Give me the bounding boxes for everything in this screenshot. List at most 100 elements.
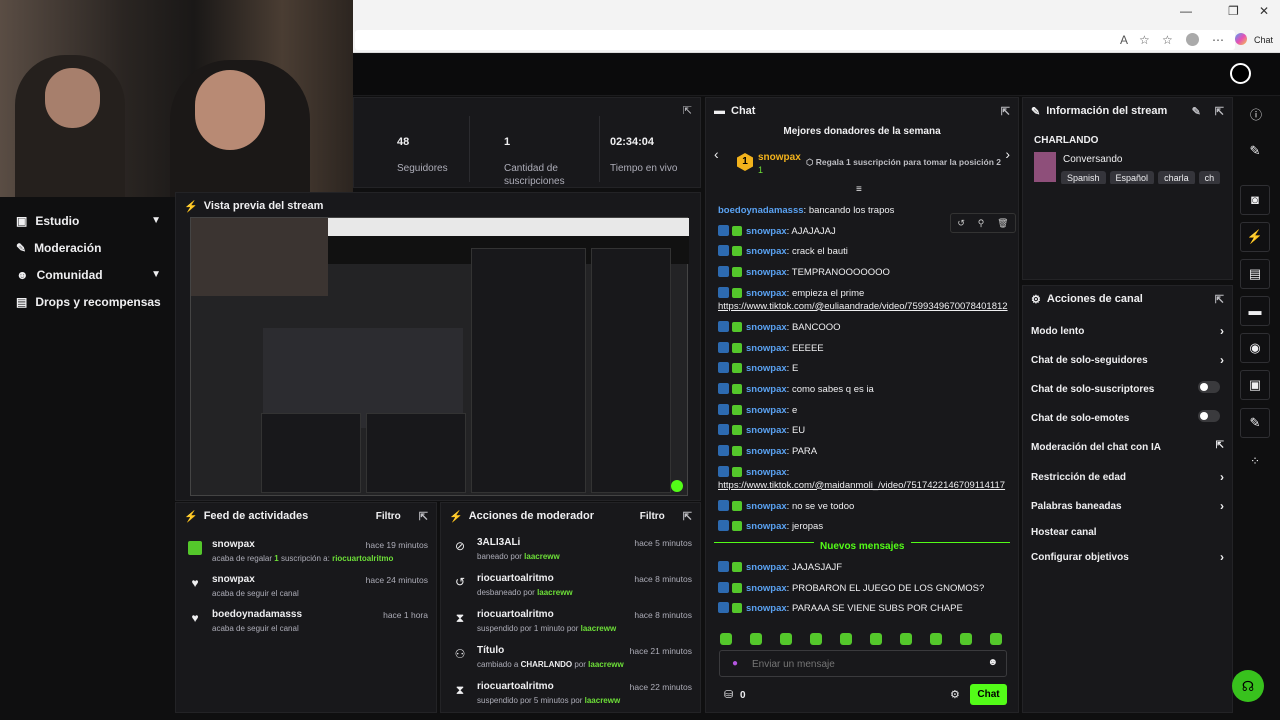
toggle-switch[interactable] [1198, 381, 1220, 393]
popout-icon[interactable]: ⇱ [1001, 105, 1010, 118]
send-chat-button[interactable]: Chat [970, 684, 1007, 705]
camera-icon[interactable]: ◙ [1240, 185, 1270, 215]
popout-icon[interactable]: ⇱ [1215, 105, 1224, 118]
chevron-left-icon[interactable]: ‹ [714, 146, 719, 162]
channel-action-item[interactable]: Hostear canal [1031, 527, 1224, 538]
more-icon[interactable]: ⋯ [1212, 33, 1224, 47]
toggle-switch[interactable] [1198, 410, 1220, 422]
channel-action-item[interactable]: Palabras baneadas › [1031, 499, 1224, 513]
sidebar-item-estudio[interactable]: ▣ Estudio ▼ [0, 207, 175, 234]
info-icon[interactable]: ⓘ [1250, 106, 1262, 123]
mod-action-item: ⚇ Título hace 21 minutos cambiado a CHAR… [449, 645, 692, 677]
chat-username[interactable]: snowpax [746, 363, 787, 374]
chat-username[interactable]: snowpax [746, 425, 787, 436]
apps-icon[interactable]: ⁘ [1250, 454, 1260, 468]
copilot-chat-label[interactable]: Chat [1254, 35, 1273, 45]
channel-action-item[interactable]: Restricción de edad › [1031, 470, 1224, 484]
channel-actions-panel: ⚙ Acciones de canal ⇱ Modo lento › Chat de s… [1022, 285, 1233, 713]
chat-username[interactable]: snowpax [746, 501, 787, 512]
chat-username[interactable]: snowpax [746, 467, 787, 478]
popout-icon[interactable]: ⇱ [683, 510, 692, 523]
sub-badge-icon [732, 500, 742, 511]
channel-action-item[interactable]: Modo lento › [1031, 324, 1224, 338]
channel-action-item[interactable]: Moderación del chat con IA ⇱ [1031, 440, 1224, 453]
chevron-right-icon[interactable]: › [1005, 146, 1010, 162]
chat-link[interactable]: https://www.tiktok.com/@maidanmoli_/vide… [718, 480, 1005, 491]
chat-message-field[interactable] [752, 656, 972, 672]
chat-text: JAJASJAJF [791, 562, 843, 573]
popout-icon[interactable]: ⇱ [683, 104, 692, 117]
chat-username[interactable]: boedoynadamasss [718, 205, 804, 216]
edit-icon[interactable]: ✎ [1192, 105, 1201, 118]
chat-username[interactable]: snowpax [746, 405, 787, 416]
chat-username[interactable]: snowpax [746, 267, 787, 278]
stream-info-panel: ✎ Información del stream ✎ ⇱ CHARLANDO Conv… [1022, 97, 1233, 280]
channel-action-item[interactable]: Chat de solo-seguidores › [1031, 353, 1224, 367]
read-aloud-icon[interactable]: A [1120, 33, 1128, 47]
sidebar-item-drops[interactable]: ▤ Drops y recompensas [0, 288, 175, 315]
gift-sub-icon [188, 541, 202, 555]
chat-username[interactable]: snowpax [746, 521, 787, 532]
chat-bubble-icon: ▬ [714, 105, 725, 117]
document-icon[interactable]: ▤ [1240, 259, 1270, 289]
stat-value: 48 [397, 136, 410, 148]
channel-action-item[interactable]: Configurar objetivos › [1031, 550, 1224, 564]
chat-username[interactable]: snowpax [746, 246, 787, 257]
user-avatar[interactable] [1230, 63, 1251, 84]
minimize-icon[interactable]: — [1180, 4, 1192, 18]
stream-preview-panel: ⚡ Vista previa del stream [175, 192, 701, 501]
favorite-icon[interactable]: ☆ [1139, 33, 1150, 47]
broadcast-icon[interactable]: ◉ [1240, 333, 1270, 363]
chat-settings-icon[interactable]: ⚙ [950, 688, 960, 701]
panel-header: ⚡ Acciones de moderador Filtro ⇱ [441, 503, 700, 529]
maximize-icon[interactable]: ❐ [1228, 4, 1239, 18]
popout-icon[interactable]: ⇱ [1215, 293, 1224, 306]
chat-username[interactable]: snowpax [746, 384, 787, 395]
chat-username[interactable]: snowpax [746, 446, 787, 457]
wrench-icon[interactable]: ✎ [1240, 408, 1270, 438]
mod-target: Título [477, 645, 505, 656]
chat-username[interactable]: snowpax [746, 226, 787, 237]
chat-username[interactable]: snowpax [746, 583, 787, 594]
channel-action-item[interactable]: Chat de solo-emotes [1031, 410, 1224, 424]
pencil-icon[interactable]: ✎ [1240, 137, 1270, 167]
chat-icon[interactable]: ▬ [1240, 296, 1270, 326]
pin-list-icon[interactable]: ≡ [856, 184, 862, 195]
filter-button[interactable]: Filtro [640, 511, 665, 522]
chat-input[interactable]: ● ☻ [719, 650, 1007, 677]
panel-title: Vista previa del stream [203, 200, 324, 212]
stream-preview-video[interactable] [190, 217, 689, 496]
close-icon[interactable]: ✕ [1259, 4, 1269, 18]
bolt-icon[interactable]: ⚡ [1240, 222, 1270, 252]
chat-username[interactable]: snowpax [746, 562, 787, 573]
favorites-bar-icon[interactable]: ☆ [1162, 33, 1173, 47]
channel-action-item[interactable]: Chat de solo-suscriptores [1031, 381, 1224, 395]
support-icon[interactable]: ☊ [1232, 670, 1264, 702]
hourglass-icon: ⧗ [455, 611, 465, 625]
filter-button[interactable]: Filtro [376, 511, 401, 522]
wrench-icon: ✎ [16, 240, 27, 255]
mod-action-item: ⊘ 3ALI3ALi hace 5 minutos baneado por la… [449, 537, 692, 569]
address-bar[interactable] [355, 30, 1235, 50]
tag[interactable]: Spanish [1061, 171, 1106, 184]
emoji-icon[interactable]: ☻ [987, 657, 998, 668]
popout-icon[interactable]: ⇱ [419, 510, 428, 523]
tag[interactable]: ch [1198, 171, 1221, 184]
chat-username[interactable]: snowpax [746, 603, 787, 614]
tag[interactable]: charla [1158, 171, 1195, 184]
chat-username[interactable]: snowpax [746, 288, 787, 299]
sub-badge-icon [732, 446, 742, 456]
sidebar-item-moderacion[interactable]: ✎ Moderación [0, 234, 175, 261]
profile-avatar-icon[interactable] [1186, 33, 1199, 46]
tag[interactable]: Español [1109, 171, 1155, 184]
emote-bar[interactable] [720, 632, 1002, 646]
mod-view-icon[interactable]: ▣ [1240, 370, 1270, 400]
microphone-icon[interactable]: ● [732, 658, 738, 669]
chat-link[interactable]: https://www.tiktok.com/@euliaandrade/vid… [718, 301, 1008, 312]
sidebar-item-comunidad[interactable]: ☻ Comunidad ▼ [0, 261, 175, 288]
copilot-icon[interactable] [1235, 33, 1247, 45]
mod-desc: baneado por laacreww [477, 552, 560, 561]
chat-username[interactable]: snowpax [746, 322, 787, 333]
unban-icon: ↺ [454, 575, 466, 589]
chat-username[interactable]: snowpax [746, 343, 787, 354]
